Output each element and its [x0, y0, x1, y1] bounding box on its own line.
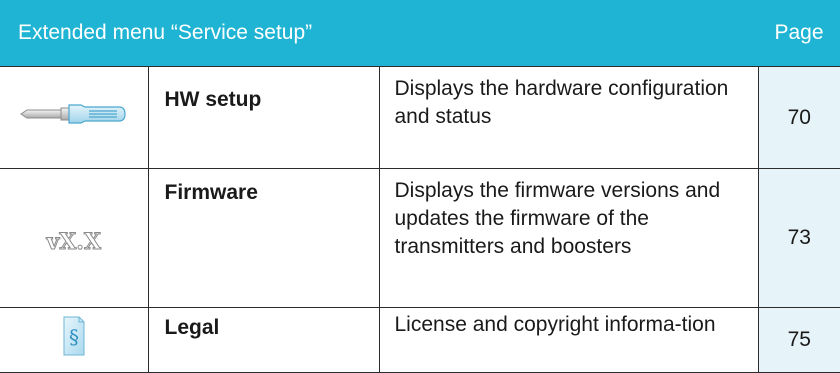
- menu-item-name: HW setup: [147, 66, 380, 169]
- page-number: 70: [757, 66, 840, 169]
- legal-document-icon: §: [63, 316, 85, 364]
- page-number: 73: [757, 168, 840, 308]
- firmware-version-icon: vX.X: [46, 229, 102, 256]
- menu-item-name: Legal: [147, 307, 380, 373]
- table-header-row: Extended menu “Service setup” Page: [0, 0, 840, 67]
- table-title: Extended menu “Service setup”: [0, 0, 759, 67]
- menu-item-description: Displays the firmware versions and updat…: [378, 168, 759, 308]
- icon-cell: §: [0, 307, 149, 373]
- page-number: 75: [757, 307, 840, 373]
- icon-cell: vX.X: [0, 168, 149, 308]
- table-row: § Legal License and copyright informa-ti…: [0, 307, 840, 373]
- menu-item-description: License and copyright informa-tion: [378, 307, 759, 373]
- page-column-header: Page: [758, 0, 840, 67]
- service-tool-icon: [19, 101, 129, 135]
- table-row: vX.X Firmware Displays the firmware vers…: [0, 168, 840, 308]
- menu-item-description: Displays the hardware configuration and …: [378, 66, 759, 169]
- service-setup-menu-table: Extended menu “Service setup” Page HW se…: [0, 0, 840, 373]
- menu-item-name: Firmware: [147, 168, 380, 308]
- table-row: HW setup Displays the hardware configura…: [0, 66, 840, 169]
- icon-cell: [0, 66, 149, 169]
- svg-text:§: §: [69, 325, 79, 349]
